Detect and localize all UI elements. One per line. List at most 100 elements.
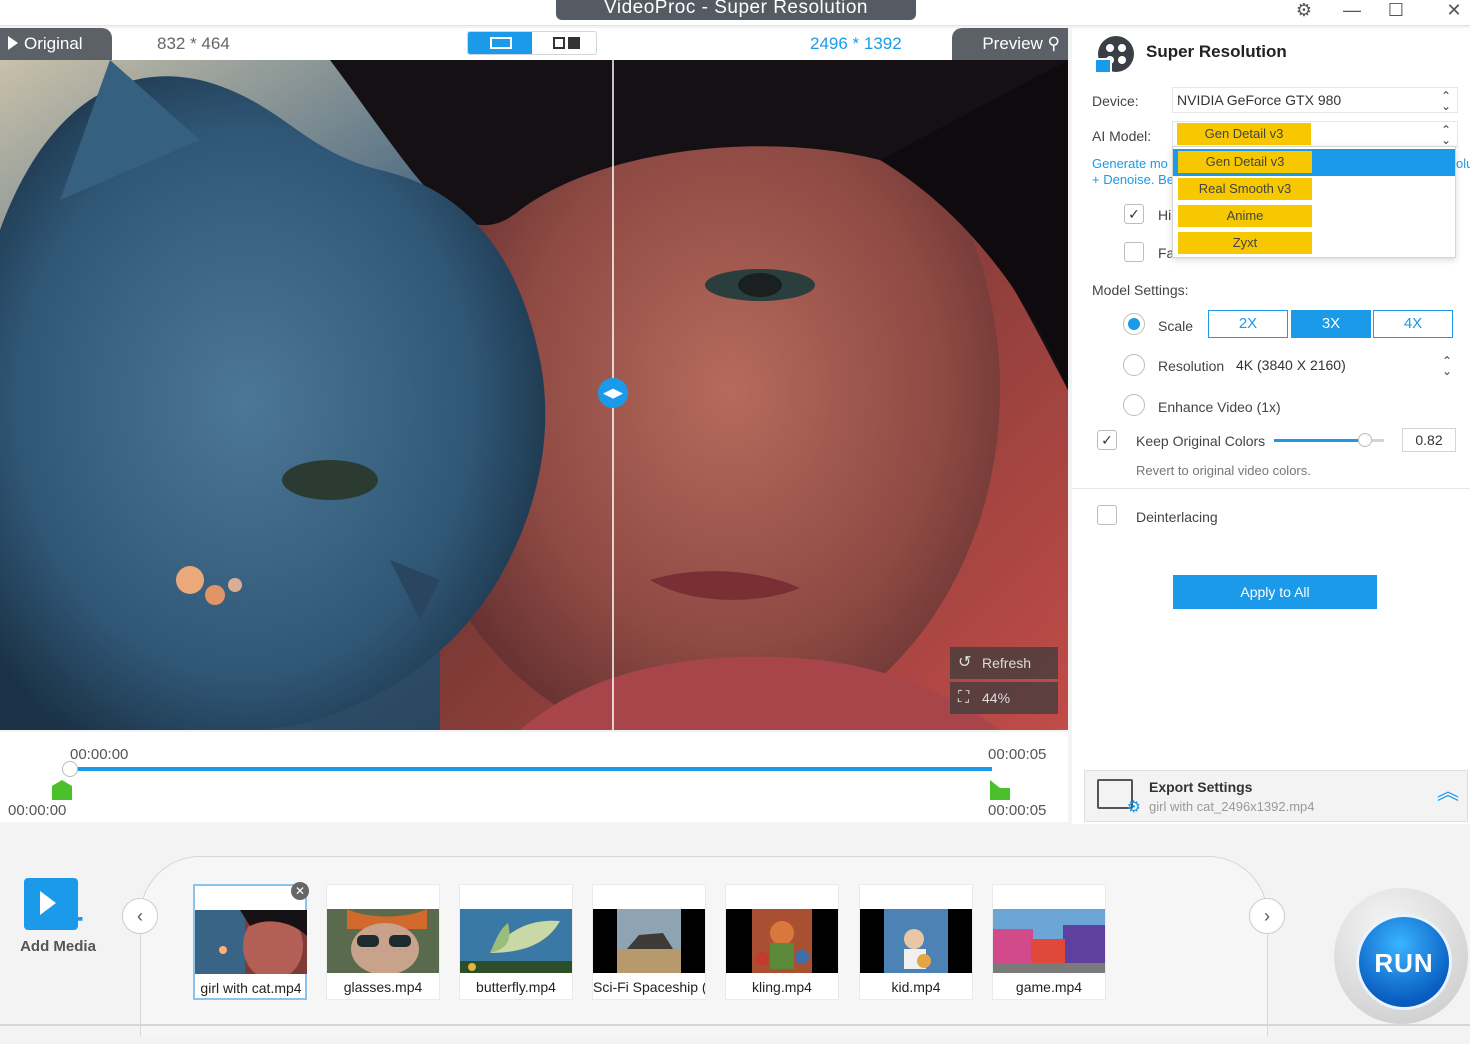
dropdown-option-zyxt[interactable]: Zyxt xyxy=(1173,230,1455,257)
ai-model-label: AI Model: xyxy=(1092,128,1152,144)
keep-original-colors-label: Keep Original Colors xyxy=(1136,433,1266,449)
dropdown-option-gen-detail[interactable]: Gen Detail v3 xyxy=(1173,149,1455,176)
add-media-button[interactable]: + Add Media xyxy=(18,878,98,968)
trim-end-handle[interactable] xyxy=(990,780,1010,800)
option-label: Zyxt xyxy=(1178,232,1312,254)
resolution-label: Resolution xyxy=(1158,358,1225,374)
scale-radio[interactable] xyxy=(1123,313,1145,335)
zoom-label: 44% xyxy=(982,690,1011,706)
media-name: kid.mp4 xyxy=(891,979,941,995)
media-name: Sci-Fi Spaceship ( xyxy=(593,979,705,995)
media-item-kid[interactable]: kid.mp4 xyxy=(859,884,973,1000)
run-button[interactable]: RUN xyxy=(1356,914,1452,1010)
minimize-icon[interactable]: — xyxy=(1334,0,1370,22)
end-time-top: 00:00:05 xyxy=(988,746,1047,763)
original-tab-label: Original xyxy=(24,34,83,53)
enhance-video-radio[interactable] xyxy=(1123,394,1145,416)
media-item-game[interactable]: game.mp4 xyxy=(992,884,1106,1000)
device-label: Device: xyxy=(1092,93,1139,109)
timeline: 00:00:00 00:00:05 00:00:00 00:00:05 xyxy=(0,732,1068,822)
trim-start-time: 00:00:00 xyxy=(8,802,67,819)
output-resolution: 2496 * 1392 xyxy=(810,34,902,53)
view-mode-toggle xyxy=(467,31,597,55)
media-item-kling[interactable]: kling.mp4 xyxy=(725,884,839,1000)
compare-handle-icon[interactable]: ◀▶ xyxy=(598,378,628,408)
checkbox-hi[interactable]: ✓ xyxy=(1124,204,1144,224)
preview-tab-label: Preview xyxy=(982,34,1043,53)
zoom-button[interactable]: ⛶ 44% xyxy=(950,682,1058,714)
media-item-girl-with-cat[interactable]: girl with cat.mp4 ✕ xyxy=(193,882,309,1000)
export-settings[interactable]: Export Settings girl with cat_2496x1392.… xyxy=(1084,770,1468,822)
divider xyxy=(1072,488,1470,489)
media-name: glasses.mp4 xyxy=(343,979,423,995)
media-thumbnail xyxy=(860,909,972,973)
original-resolution: 832 * 464 xyxy=(157,34,230,53)
device-select[interactable]: NVIDIA GeForce GTX 980 ⌃ ⌄ xyxy=(1172,87,1458,113)
media-thumbnail xyxy=(460,909,572,973)
original-tab[interactable]: Original xyxy=(0,28,112,60)
panel-title: Super Resolution xyxy=(1146,42,1287,61)
ai-model-select[interactable]: Gen Detail v3 ⌃ ⌄ xyxy=(1172,121,1458,147)
chevron-down-icon: ⌄ xyxy=(1440,133,1451,147)
window-title: VideoProc - Super Resolution xyxy=(556,0,916,20)
apply-to-all-button[interactable]: Apply to All xyxy=(1173,575,1377,609)
deinterlacing-label: Deinterlacing xyxy=(1136,509,1218,525)
checkbox-fa[interactable] xyxy=(1124,242,1144,262)
keep-original-colors-checkbox[interactable]: ✓ xyxy=(1097,430,1117,450)
media-name: game.mp4 xyxy=(1015,979,1083,995)
timeline-track[interactable] xyxy=(70,767,992,771)
device-value: NVIDIA GeForce GTX 980 xyxy=(1177,92,1342,108)
close-icon[interactable]: ✕ xyxy=(1436,0,1470,22)
deinterlacing-checkbox[interactable] xyxy=(1097,505,1117,525)
resolution-select[interactable]: 4K (3840 X 2160) ⌃ ⌄ xyxy=(1232,353,1458,379)
media-item-butterfly[interactable]: butterfly.mp4 xyxy=(459,884,573,1000)
bottom-border xyxy=(0,1024,1470,1026)
model-description-overflow: olu xyxy=(1456,156,1470,171)
refresh-button[interactable]: ↺ Refresh xyxy=(950,647,1058,679)
trim-start-handle[interactable] xyxy=(52,780,72,800)
media-item-glasses[interactable]: glasses.mp4 xyxy=(326,884,440,1000)
trim-end-time: 00:00:05 xyxy=(988,802,1047,819)
scroll-right-button[interactable]: › xyxy=(1249,898,1285,934)
model-description-line1: Generate mo xyxy=(1092,156,1168,171)
scale-2x-button[interactable]: 2X xyxy=(1208,310,1288,338)
dropdown-option-anime[interactable]: Anime xyxy=(1173,203,1455,230)
media-thumbnail xyxy=(726,909,838,973)
title-bar: VideoProc - Super Resolution ⚙ — ☐ ✕ xyxy=(0,0,1470,26)
export-settings-icon xyxy=(1097,779,1141,817)
keep-colors-hint: Revert to original video colors. xyxy=(1136,463,1311,478)
remove-media-close-icon[interactable]: ✕ xyxy=(291,882,309,900)
side-by-side-icon xyxy=(553,37,581,49)
ai-model-value: Gen Detail v3 xyxy=(1177,123,1311,145)
search-icon: ⚲ xyxy=(1047,34,1060,53)
media-item-sci-fi-spaceship[interactable]: Sci-Fi Spaceship ( xyxy=(592,884,706,1000)
chevron-down-icon: ⌄ xyxy=(1441,364,1452,378)
enhance-video-label: Enhance Video (1x) xyxy=(1158,399,1281,415)
keep-colors-slider-knob[interactable] xyxy=(1358,433,1372,447)
option-label: Anime xyxy=(1178,205,1312,227)
media-name: kling.mp4 xyxy=(752,979,812,995)
refresh-icon: ↺ xyxy=(958,654,972,671)
resolution-value: 4K (3840 X 2160) xyxy=(1236,357,1346,373)
playhead-knob[interactable] xyxy=(62,761,78,777)
video-preview[interactable]: ◀▶ ↺ Refresh ⛶ 44% xyxy=(0,60,1068,730)
scroll-left-button[interactable]: ‹ xyxy=(122,898,158,934)
keep-colors-value-input[interactable]: 0.82 xyxy=(1402,428,1456,452)
split-view-button[interactable] xyxy=(468,32,532,54)
preview-tab[interactable]: Preview ⚲ xyxy=(952,28,1068,60)
scale-label: Scale xyxy=(1158,318,1194,334)
zoom-icon: ⛶ xyxy=(958,689,970,706)
ai-model-dropdown: Gen Detail v3 Real Smooth v3 Anime Zyxt xyxy=(1172,146,1456,258)
option-label: Real Smooth v3 xyxy=(1178,178,1312,200)
resolution-radio[interactable] xyxy=(1123,354,1145,376)
settings-gear-icon[interactable]: ⚙ xyxy=(1286,0,1322,22)
maximize-icon[interactable]: ☐ xyxy=(1378,0,1414,22)
super-resolution-panel: Super Resolution Device: NVIDIA GeForce … xyxy=(1072,28,1470,824)
side-by-side-button[interactable] xyxy=(533,32,597,54)
super-resolution-logo-icon xyxy=(1094,36,1134,74)
double-chevron-up-icon[interactable]: ︽ xyxy=(1437,781,1459,803)
media-thumbnail xyxy=(195,910,307,974)
scale-4x-button[interactable]: 4X xyxy=(1373,310,1453,338)
scale-3x-button[interactable]: 3X xyxy=(1291,310,1371,338)
dropdown-option-real-smooth[interactable]: Real Smooth v3 xyxy=(1173,176,1455,203)
